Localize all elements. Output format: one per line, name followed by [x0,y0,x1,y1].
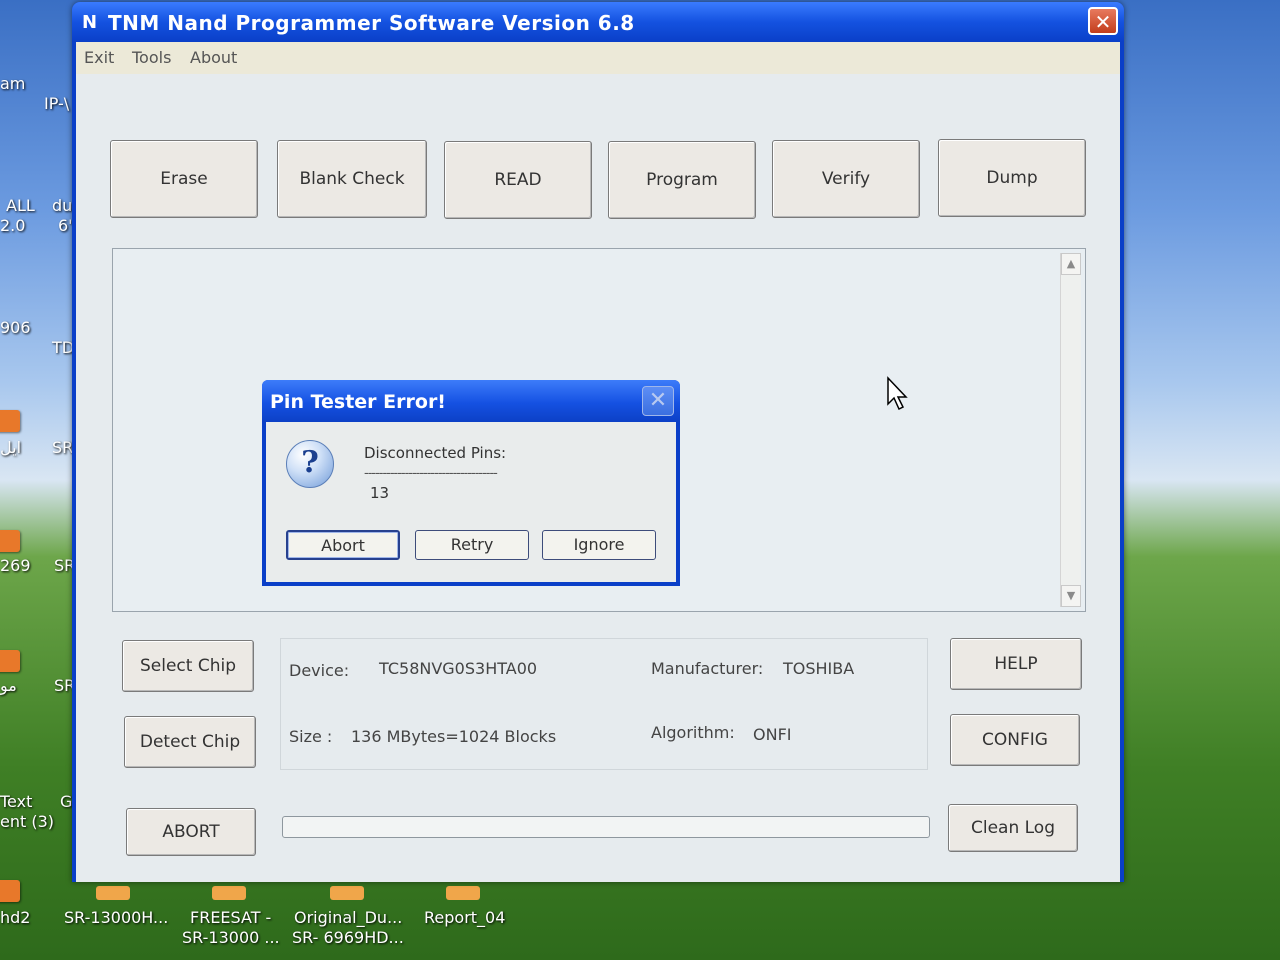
dump-button[interactable]: Dump [938,139,1086,217]
blank-check-button[interactable]: Blank Check [277,140,427,218]
detect-chip-button[interactable]: Detect Chip [124,716,256,768]
desktop-icon-label[interactable]: مو [0,676,17,695]
question-icon: ? [286,440,334,488]
program-button[interactable]: Program [608,141,756,219]
desktop-icon-label[interactable]: am [0,74,25,93]
desktop-icon-label[interactable]: Text [0,792,32,811]
size-value: 136 MBytes=1024 Blocks [351,727,557,746]
manufacturer-value: TOSHIBA [783,659,855,678]
algorithm-label: Algorithm: [651,723,735,742]
pin-tester-error-dialog: Pin Tester Error! ✕ ? Disconnected Pins:… [262,380,680,586]
file-icon[interactable] [446,886,480,900]
manufacturer-label: Manufacturer: [651,659,764,678]
vlc-cone-icon[interactable] [0,650,20,672]
desktop-icon-label[interactable]: SR- 6969HD... [292,928,404,947]
read-button[interactable]: READ [444,141,592,219]
vlc-cone-icon[interactable] [0,530,20,552]
desktop-icon-label[interactable]: SR-13000 ... [182,928,280,947]
dialog-abort-button[interactable]: Abort [286,530,400,560]
dialog-close-button[interactable]: ✕ [642,386,674,416]
desktop-icon-label[interactable]: 269 [0,556,31,575]
desktop-icon-label[interactable]: ايل [0,438,21,457]
dialog-title: Pin Tester Error! [270,391,446,413]
desktop-icon-label[interactable]: TD [52,338,74,357]
vlc-cone-icon[interactable] [0,880,20,902]
dialog-message: Disconnected Pins: [364,444,507,462]
device-label: Device: [289,661,350,680]
desktop-icon-label[interactable]: IP-\ [44,94,69,113]
desktop-icon-label[interactable]: ent (3) [0,812,54,831]
app-logo-icon: N [82,12,98,33]
file-icon[interactable] [212,886,246,900]
menu-about[interactable]: About [190,48,237,67]
desktop-icon-label[interactable]: SR [52,438,73,457]
config-button[interactable]: CONFIG [950,714,1080,766]
desktop-icon-label[interactable]: 906 [0,318,31,337]
clean-log-button[interactable]: Clean Log [948,804,1078,852]
help-button[interactable]: HELP [950,638,1082,690]
window-title: TNM Nand Programmer Software Version 6.8 [108,11,635,35]
desktop-icon-label[interactable]: Report_04 [424,908,505,927]
verify-button[interactable]: Verify [772,140,920,218]
dialog-retry-button[interactable]: Retry [415,530,529,560]
dialog-separator: ------------------------------------ [364,466,498,481]
dialog-ignore-button[interactable]: Ignore [542,530,656,560]
scroll-down-icon[interactable]: ▼ [1061,585,1081,607]
title-bar[interactable]: N TNM Nand Programmer Software Version 6… [72,2,1124,42]
desktop-icon-label[interactable]: du [52,196,72,215]
progress-bar [282,816,930,838]
size-label: Size : [289,727,333,746]
file-icon[interactable] [96,886,130,900]
window-close-button[interactable]: ✕ [1088,7,1118,35]
erase-button[interactable]: Erase [110,140,258,218]
menu-tools[interactable]: Tools [132,48,171,67]
desktop-icon-label[interactable]: 6' [58,216,73,235]
dialog-title-bar[interactable]: Pin Tester Error! ✕ [262,380,680,422]
desktop-icon-label[interactable]: hd2 [0,908,30,927]
log-scrollbar[interactable]: ▲ ▼ [1060,253,1081,607]
desktop-icon-label[interactable]: ALL [6,196,35,215]
select-chip-button[interactable]: Select Chip [122,640,254,692]
desktop-icon-label[interactable]: 2.0 [0,216,25,235]
desktop-icon-label[interactable]: FREESAT - [190,908,271,927]
mouse-cursor-icon [887,376,908,411]
vlc-cone-icon[interactable] [0,410,20,432]
algorithm-value: ONFI [753,725,792,744]
disconnected-pin-number: 13 [370,484,390,502]
file-icon[interactable] [330,886,364,900]
desktop-icon-label[interactable]: SR-13000H... [64,908,168,927]
device-value: TC58NVG0S3HTA00 [379,659,538,678]
dialog-body: ? Disconnected Pins: -------------------… [266,422,676,582]
chip-info-panel: Device: TC58NVG0S3HTA00 Manufacturer: TO… [280,638,928,770]
abort-button[interactable]: ABORT [126,808,256,856]
menu-bar: Exit Tools About [76,42,1120,74]
desktop-icon-label[interactable]: Original_Du... [294,908,402,927]
scroll-up-icon[interactable]: ▲ [1061,253,1081,275]
menu-exit[interactable]: Exit [84,48,114,67]
